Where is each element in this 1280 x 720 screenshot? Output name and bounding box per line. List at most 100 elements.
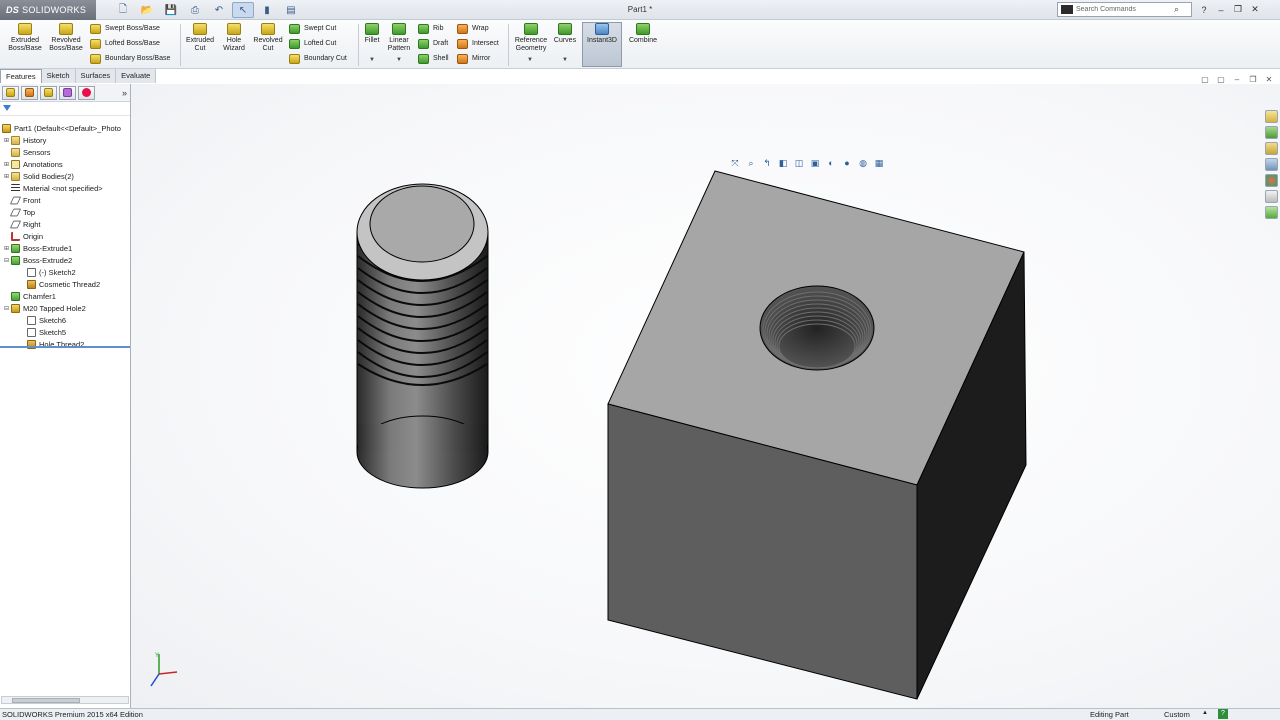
tab-sketch[interactable]: Sketch [41, 69, 76, 83]
help-icon[interactable]: ? [1197, 3, 1211, 16]
tree-item-solid-bodies[interactable]: ⊞ Solid Bodies(2) [4, 170, 74, 182]
custom-properties-icon[interactable] [1265, 190, 1278, 203]
boundary-boss-button[interactable]: Boundary Boss/Base [90, 52, 170, 65]
tab-features[interactable]: Features [0, 69, 42, 83]
solidworks-logo[interactable]: DS SOLIDWORKS [0, 0, 96, 20]
help-icon[interactable]: ? [1218, 709, 1228, 719]
filter-row[interactable] [0, 105, 130, 116]
model-viewport[interactable]: Y [131, 84, 1280, 708]
viewport-minimize-icon[interactable]: – [1232, 74, 1242, 84]
tree-item-sketch5[interactable]: Sketch5 [27, 326, 66, 338]
scrollbar-thumb[interactable] [12, 698, 80, 703]
print-icon[interactable]: ⎙ [184, 2, 206, 18]
rollback-bar[interactable] [0, 346, 130, 348]
solidworks-resources-icon[interactable] [1265, 110, 1278, 123]
save-icon[interactable]: 💾 [160, 2, 182, 18]
apply-scene-icon[interactable]: ◍ [857, 157, 869, 169]
tree-item-material[interactable]: Material <not specified> [11, 182, 103, 194]
property-manager-tab[interactable] [21, 85, 38, 100]
tree-item-m20-tapped-hole2[interactable]: ⊟ M20 Tapped Hole2 [4, 302, 86, 314]
collapse-icon[interactable]: ⊟ [4, 257, 10, 264]
viewport-restore-icon[interactable]: ❐ [1248, 74, 1258, 84]
swept-boss-button[interactable]: Swept Boss/Base [90, 22, 160, 35]
file-explorer-icon[interactable] [1265, 142, 1278, 155]
dimxpert-tab[interactable] [59, 85, 76, 100]
tree-item-chamfer1[interactable]: Chamfer1 [11, 290, 56, 302]
fillet-dropdown-icon[interactable]: ▼ [369, 57, 375, 63]
view-palette-icon[interactable] [1265, 158, 1278, 171]
tree-item-annotations[interactable]: ⊞ Annotations [4, 158, 63, 170]
tab-surfaces[interactable]: Surfaces [75, 69, 117, 83]
unit-dropdown-icon[interactable]: ▲ [1202, 710, 1208, 716]
select-pointer-icon[interactable]: ↖ [232, 2, 254, 18]
collapse-icon[interactable]: ⊟ [4, 305, 10, 312]
expand-icon[interactable]: ⊞ [4, 161, 10, 168]
options-icon[interactable]: ▤ [280, 2, 302, 18]
forum-icon[interactable] [1265, 206, 1278, 219]
revolved-boss-button[interactable]: Revolved Boss/Base [47, 23, 85, 53]
zoom-to-fit-icon[interactable]: ⤧ [729, 157, 741, 169]
instant3d-button[interactable]: Instant3D [584, 23, 620, 45]
tree-item-sketch6[interactable]: Sketch6 [27, 314, 66, 326]
tree-item-boss-extrude1[interactable]: ⊞ Boss-Extrude1 [4, 242, 72, 254]
swept-cut-button[interactable]: Swept Cut [289, 22, 336, 35]
tree-item-origin[interactable]: Origin [11, 230, 43, 242]
close-icon[interactable]: ✕ [1248, 3, 1262, 16]
minimize-icon[interactable]: – [1214, 3, 1228, 16]
tree-item-sensors[interactable]: Sensors [11, 146, 51, 158]
reference-geometry-dropdown-icon[interactable]: ▼ [527, 57, 533, 63]
viewport-split-icon[interactable]: ▢ [1216, 74, 1226, 84]
linear-pattern-dropdown-icon[interactable]: ▼ [396, 57, 402, 63]
tree-item-cosmetic-thread2[interactable]: Cosmetic Thread2 [27, 278, 100, 290]
threaded-bolt-body[interactable] [356, 183, 489, 489]
viewport-close-icon[interactable]: ✕ [1264, 74, 1274, 84]
rebuild-icon[interactable]: ▮ [256, 2, 278, 18]
expand-icon[interactable]: ⊞ [4, 245, 10, 252]
tree-item-boss-extrude2[interactable]: ⊟ Boss-Extrude2 [4, 254, 72, 266]
search-commands-box[interactable]: ⌕ [1057, 2, 1192, 17]
extruded-cut-button[interactable]: Extruded Cut [183, 23, 217, 53]
viewport-tile-icon[interactable]: ▢ [1200, 74, 1210, 84]
expand-icon[interactable]: ⊞ [4, 137, 10, 144]
search-input[interactable] [1076, 6, 1172, 13]
tree-item-top-plane[interactable]: Top [9, 206, 35, 218]
display-style-icon[interactable]: ▣ [809, 157, 821, 169]
tree-item-sketch2[interactable]: (-) Sketch2 [27, 266, 76, 278]
new-document-icon[interactable]: 🗋 [112, 2, 134, 18]
linear-pattern-button[interactable]: Linear Pattern [385, 23, 413, 53]
lofted-cut-button[interactable]: Lofted Cut [289, 37, 336, 50]
open-folder-icon[interactable]: 📂 [136, 2, 158, 18]
reference-geometry-button[interactable]: Reference Geometry [512, 23, 550, 53]
tree-item-history[interactable]: ⊞ History [4, 134, 46, 146]
view-settings-icon[interactable]: ▦ [873, 157, 885, 169]
expand-icon[interactable]: ⊞ [4, 173, 10, 180]
previous-view-icon[interactable]: ↰ [761, 157, 773, 169]
chevron-right-icon[interactable]: » [122, 88, 127, 98]
curves-button[interactable]: Curves [552, 23, 578, 45]
extruded-boss-button[interactable]: Extruded Boss/Base [6, 23, 44, 53]
panel-horizontal-scrollbar[interactable] [1, 696, 129, 704]
tree-item-right-plane[interactable]: Right [9, 218, 41, 230]
draft-button[interactable]: Draft [418, 37, 448, 50]
hole-wizard-button[interactable]: Hole Wizard [219, 23, 249, 53]
feature-manager-tab[interactable] [2, 85, 19, 100]
appearances-icon[interactable] [1265, 174, 1278, 187]
section-view-icon[interactable]: ◧ [777, 157, 789, 169]
configuration-manager-tab[interactable] [40, 85, 57, 100]
revolved-cut-button[interactable]: Revolved Cut [251, 23, 285, 53]
tapped-block-body[interactable] [607, 170, 1027, 700]
tree-item-part[interactable]: Part1 (Default<<Default>_Photo [2, 122, 121, 134]
mirror-button[interactable]: Mirror [457, 52, 490, 65]
unit-system[interactable]: Custom [1164, 710, 1190, 719]
design-library-icon[interactable] [1265, 126, 1278, 139]
display-manager-tab[interactable] [78, 85, 95, 100]
edit-appearance-icon[interactable]: ● [841, 157, 853, 169]
restore-icon[interactable]: ❐ [1231, 3, 1245, 16]
rib-button[interactable]: Rib [418, 22, 444, 35]
undo-icon[interactable]: ↶ [208, 2, 230, 18]
wrap-button[interactable]: Wrap [457, 22, 489, 35]
filter-icon[interactable] [3, 105, 11, 111]
search-icon[interactable]: ⌕ [1174, 4, 1179, 15]
tree-item-front-plane[interactable]: Front [9, 194, 41, 206]
hide-show-items-icon[interactable]: ◐ [825, 157, 837, 169]
